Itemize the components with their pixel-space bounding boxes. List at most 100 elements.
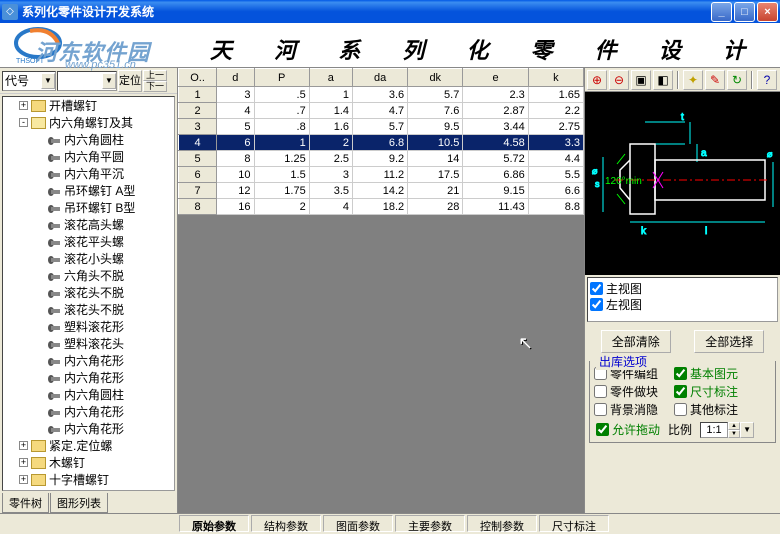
grid-cell[interactable]: 1 — [254, 135, 309, 151]
part-block-check[interactable] — [594, 385, 607, 398]
grid-cell[interactable]: 8 — [217, 151, 254, 167]
tree-expander-icon[interactable]: + — [19, 475, 28, 484]
grid-cell[interactable]: 11.43 — [463, 199, 528, 215]
basic-prim-check[interactable] — [674, 367, 687, 380]
grid-cell[interactable]: 7.6 — [408, 103, 463, 119]
clear-all-button[interactable]: 全部清除 — [601, 330, 671, 353]
grid-cell[interactable]: 2 — [309, 135, 352, 151]
grid-row[interactable]: 24.71.44.77.62.872.2 — [179, 103, 584, 119]
status-face-param[interactable]: 图面参数 — [323, 515, 393, 532]
close-button[interactable]: × — [757, 2, 778, 22]
grid-cell[interactable]: 1 — [179, 87, 217, 103]
grid-cell[interactable]: 14.2 — [353, 183, 408, 199]
grid-row[interactable]: 6101.5311.217.56.865.5 — [179, 167, 584, 183]
grid-cell[interactable]: 2 — [254, 199, 309, 215]
grid-row[interactable]: 581.252.59.2145.724.4 — [179, 151, 584, 167]
ratio-combo-arrow[interactable]: ▼ — [740, 422, 754, 438]
minimize-button[interactable]: _ — [711, 2, 732, 22]
grid-cell[interactable]: 3 — [179, 119, 217, 135]
grid-cell[interactable]: 18.2 — [353, 199, 408, 215]
next-button[interactable]: 下一 — [143, 81, 167, 92]
tree-item[interactable]: 内六角花形 — [3, 369, 174, 386]
code-input[interactable] — [3, 73, 41, 89]
tree-expander-icon[interactable]: + — [19, 441, 28, 450]
grid-cell[interactable]: 4 — [217, 103, 254, 119]
grid-row[interactable]: 35.81.65.79.53.442.75 — [179, 119, 584, 135]
grid-header[interactable]: O.. — [179, 69, 217, 87]
status-main-param[interactable]: 主要参数 — [395, 515, 465, 532]
tree-item[interactable]: 滚花头不脱 — [3, 284, 174, 301]
ratio-down-button[interactable]: ▼ — [728, 430, 740, 438]
grid-cell[interactable]: 3 — [309, 167, 352, 183]
grid-cell[interactable]: 3 — [217, 87, 254, 103]
grid-cell[interactable]: .5 — [254, 87, 309, 103]
tab-graphic-list[interactable]: 图形列表 — [50, 493, 108, 513]
tree-item[interactable]: 内六角花形 — [3, 352, 174, 369]
grid-cell[interactable]: 2.75 — [528, 119, 583, 135]
grid-cell[interactable]: 7 — [179, 183, 217, 199]
grid-cell[interactable]: 5.5 — [528, 167, 583, 183]
grid-header[interactable]: P — [254, 69, 309, 87]
grid-header[interactable]: d — [217, 69, 254, 87]
code-combo[interactable]: ▼ — [2, 71, 56, 91]
tree-item[interactable]: -内六角螺钉及其 — [3, 114, 174, 131]
tree-item[interactable]: 塑料滚花形 — [3, 318, 174, 335]
parts-tree[interactable]: +开槽螺钉-内六角螺钉及其内六角圆柱内六角平圆内六角平沉吊环螺钉 A型吊环螺钉 … — [2, 96, 175, 491]
tree-item[interactable]: +木螺钉 — [3, 454, 174, 471]
grid-cell[interactable]: 9.5 — [408, 119, 463, 135]
tree-item[interactable]: +紧定.定位螺 — [3, 437, 174, 454]
tree-item[interactable]: 吊环螺钉 A型 — [3, 182, 174, 199]
grid-cell[interactable]: 1.6 — [309, 119, 352, 135]
grid-cell[interactable]: 6.86 — [463, 167, 528, 183]
tree-item[interactable]: +自攻螺钉 — [3, 488, 174, 491]
grid-cell[interactable]: 2.87 — [463, 103, 528, 119]
chevron-down-icon[interactable]: ▼ — [41, 73, 55, 89]
grid-cell[interactable]: 4.7 — [353, 103, 408, 119]
grid-cell[interactable]: 3.6 — [353, 87, 408, 103]
locate-button[interactable]: 定位 — [118, 70, 142, 92]
preview-viewport[interactable]: t a k l ⌀ s ⌀ — [585, 92, 780, 275]
grid-cell[interactable]: .7 — [254, 103, 309, 119]
bg-hide-check[interactable] — [594, 403, 607, 416]
grid-cell[interactable]: 2.2 — [528, 103, 583, 119]
grid-header[interactable]: k — [528, 69, 583, 87]
grid-cell[interactable]: 1.4 — [309, 103, 352, 119]
grid-cell[interactable]: 8.8 — [528, 199, 583, 215]
grid-cell[interactable]: 4.4 — [528, 151, 583, 167]
grid-cell[interactable]: 2 — [179, 103, 217, 119]
grid-cell[interactable]: 6 — [217, 135, 254, 151]
tree-item[interactable]: 六角头不脱 — [3, 267, 174, 284]
grid-cell[interactable]: 11.2 — [353, 167, 408, 183]
grid-cell[interactable]: 17.5 — [408, 167, 463, 183]
grid-header[interactable]: e — [463, 69, 528, 87]
search-combo[interactable]: ▼ — [57, 71, 117, 91]
grid-cell[interactable]: 6.6 — [528, 183, 583, 199]
grid-cell[interactable]: 10.5 — [408, 135, 463, 151]
tree-expander-icon[interactable]: + — [19, 458, 28, 467]
grid-cell[interactable]: 9.2 — [353, 151, 408, 167]
grid-header[interactable]: dk — [408, 69, 463, 87]
tree-item[interactable]: +开槽螺钉 — [3, 97, 174, 114]
ratio-input[interactable] — [700, 422, 728, 438]
tree-expander-icon[interactable]: + — [19, 101, 28, 110]
grid-cell[interactable]: 12 — [217, 183, 254, 199]
grid-cell[interactable]: 1.75 — [254, 183, 309, 199]
grid-row[interactable]: 7121.753.514.2219.156.6 — [179, 183, 584, 199]
tree-item[interactable]: 塑料滚花头 — [3, 335, 174, 352]
grid-cell[interactable]: 5 — [217, 119, 254, 135]
tree-item[interactable]: 滚花头不脱 — [3, 301, 174, 318]
grid-cell[interactable]: 4 — [309, 199, 352, 215]
grid-header[interactable]: da — [353, 69, 408, 87]
left-view-check[interactable] — [590, 298, 603, 311]
tree-item[interactable]: 滚花小头螺 — [3, 250, 174, 267]
grid-row[interactable]: 13.513.65.72.31.65 — [179, 87, 584, 103]
grid-cell[interactable]: 6 — [179, 167, 217, 183]
ratio-up-button[interactable]: ▲ — [728, 422, 740, 430]
grid-cell[interactable]: 1.5 — [254, 167, 309, 183]
tree-item[interactable]: 内六角圆柱 — [3, 131, 174, 148]
grid-header[interactable]: a — [309, 69, 352, 87]
grid-cell[interactable]: 14 — [408, 151, 463, 167]
tab-parts-tree[interactable]: 零件树 — [2, 493, 49, 513]
search-input[interactable] — [58, 73, 102, 89]
grid-cell[interactable]: 3.3 — [528, 135, 583, 151]
